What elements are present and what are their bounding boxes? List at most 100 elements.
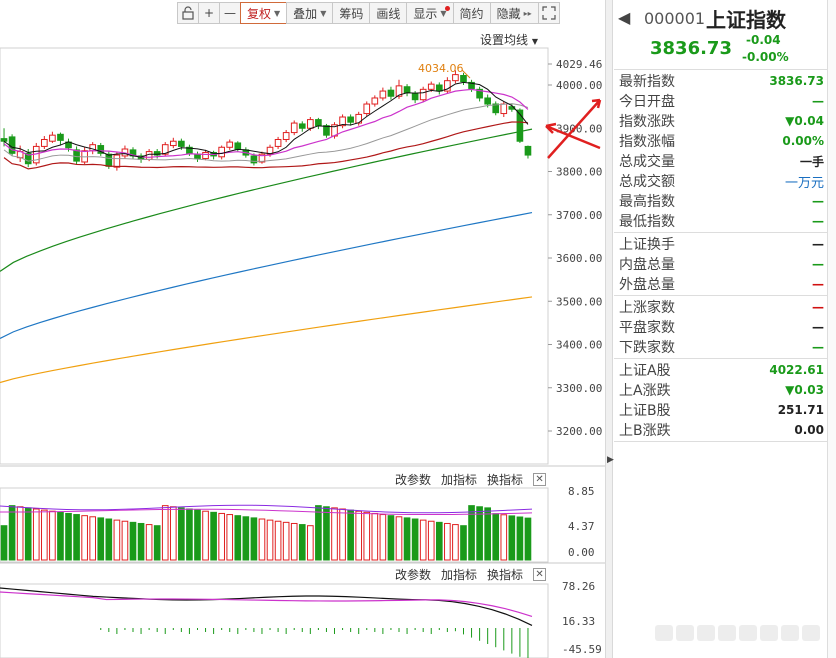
volume-edit-params-button[interactable]: 改参数 bbox=[395, 471, 431, 488]
volume-bar bbox=[89, 516, 97, 561]
candle-down bbox=[403, 86, 411, 94]
main-panel-frame bbox=[0, 47, 549, 465]
volume-bar bbox=[24, 507, 32, 561]
volume-axis-label: 0.00 bbox=[568, 546, 595, 559]
watermark-block bbox=[655, 625, 673, 641]
macd-axis-label: 78.26 bbox=[562, 580, 595, 593]
quote-value: 4022.61 bbox=[769, 363, 824, 377]
volume-bar bbox=[500, 514, 508, 561]
volume-bar bbox=[411, 518, 419, 561]
candle-up bbox=[218, 146, 225, 158]
volume-bar bbox=[242, 516, 250, 561]
volume-add-indicator-button[interactable]: 加指标 bbox=[441, 471, 477, 488]
volume-bar bbox=[129, 521, 137, 561]
macd-add-indicator-button[interactable]: 加指标 bbox=[441, 566, 477, 583]
quote-label: 下跌家数 bbox=[619, 340, 675, 356]
quote-group: 上证换手 — 内盘总量 — 外盘总量 — bbox=[614, 233, 827, 296]
index-change: -0.04 bbox=[746, 33, 781, 47]
quote-row: 指数涨幅 0.00% bbox=[614, 131, 827, 151]
quote-label: 内盘总量 bbox=[619, 257, 675, 273]
ma10-line bbox=[3, 88, 529, 158]
y-axis-label: 3300.00 bbox=[556, 382, 602, 395]
volume-bar bbox=[81, 515, 88, 561]
volume-bar bbox=[387, 515, 395, 561]
quote-row: 上A涨跌 ▼0.03 bbox=[614, 380, 827, 400]
watermark-block bbox=[739, 625, 757, 641]
quote-value: 一手 bbox=[799, 154, 824, 169]
volume-bar bbox=[121, 520, 129, 561]
candle-down bbox=[73, 149, 80, 162]
volume-bar bbox=[379, 514, 387, 561]
volume-bar bbox=[186, 508, 193, 561]
quote-label: 最低指数 bbox=[619, 214, 675, 230]
quote-value: — bbox=[812, 300, 824, 314]
quote-value: — bbox=[812, 194, 824, 208]
quote-label: 外盘总量 bbox=[619, 277, 675, 293]
chart-area[interactable]: + — 复权 ▼ 叠加 ▼ 筹码 画线 显示 ▼ 简约 隐藏 ▸▸ 设置均线 ▼ 402… bbox=[0, 0, 605, 658]
volume-bar bbox=[210, 511, 217, 561]
volume-bar bbox=[315, 505, 322, 561]
candle-down bbox=[194, 153, 201, 160]
quote-row: 内盘总量 — bbox=[614, 254, 827, 274]
quote-label: 总成交量 bbox=[619, 154, 675, 170]
volume-bar bbox=[202, 510, 209, 561]
close-icon[interactable]: ✕ bbox=[533, 473, 547, 486]
collapse-arrow-icon[interactable]: ▶ bbox=[607, 455, 614, 465]
y-axis-label: 4029.46 bbox=[556, 58, 602, 71]
candle-up bbox=[226, 141, 234, 148]
back-arrow-icon[interactable]: ◀ bbox=[618, 8, 630, 27]
volume-bar bbox=[290, 522, 298, 561]
panel-divider[interactable]: ▶ bbox=[605, 0, 614, 658]
candle-down bbox=[460, 74, 467, 83]
quote-value: 3836.73 bbox=[769, 74, 824, 88]
candle-up bbox=[282, 132, 290, 140]
volume-bar bbox=[508, 515, 516, 561]
quote-label: 平盘家数 bbox=[619, 320, 675, 336]
candle-up bbox=[371, 97, 379, 105]
volume-bar bbox=[105, 518, 113, 561]
watermark-block bbox=[697, 625, 715, 641]
candle-up bbox=[500, 103, 508, 115]
volume-bar bbox=[169, 506, 177, 561]
volume-bar bbox=[113, 519, 121, 561]
volume-bar bbox=[226, 514, 234, 561]
volume-switch-indicator-button[interactable]: 换指标 bbox=[487, 471, 523, 488]
volume-bar bbox=[371, 512, 379, 561]
quote-value: — bbox=[812, 277, 824, 291]
quote-value: — bbox=[812, 94, 824, 108]
close-icon[interactable]: ✕ bbox=[533, 568, 547, 581]
quote-label: 上证换手 bbox=[619, 237, 675, 253]
volume-bar bbox=[57, 511, 64, 561]
candle-up bbox=[419, 88, 427, 101]
volume-bar bbox=[452, 524, 459, 561]
quote-group: 上涨家数 — 平盘家数 — 下跌家数 — bbox=[614, 296, 827, 359]
y-axis-label: 3500.00 bbox=[556, 295, 602, 308]
volume-bar bbox=[476, 506, 483, 561]
candle-up bbox=[379, 90, 387, 99]
volume-bar bbox=[355, 510, 363, 561]
volume-bar bbox=[49, 510, 56, 561]
quote-value: — bbox=[812, 340, 824, 354]
watermark-block bbox=[718, 625, 736, 641]
volume-bar bbox=[194, 509, 201, 561]
quote-row: 下跌家数 — bbox=[614, 337, 827, 357]
quote-value: 251.71 bbox=[777, 403, 824, 417]
quote-row: 上涨家数 — bbox=[614, 297, 827, 317]
candle-down bbox=[105, 153, 113, 167]
volume-bar bbox=[161, 505, 169, 561]
candle-up bbox=[169, 140, 177, 147]
quote-value: — bbox=[812, 320, 824, 334]
watermark-block bbox=[781, 625, 799, 641]
candle-down bbox=[323, 125, 330, 136]
candle-up bbox=[427, 83, 435, 90]
volume-bar bbox=[395, 516, 403, 561]
volume-bar bbox=[16, 506, 24, 561]
quote-row: 指数涨跌 ▼0.04 bbox=[614, 111, 827, 131]
macd-switch-indicator-button[interactable]: 换指标 bbox=[487, 566, 523, 583]
macd-edit-params-button[interactable]: 改参数 bbox=[395, 566, 431, 583]
candlestick-chart[interactable]: 4029.464000.003900.003800.003700.003600.… bbox=[0, 0, 605, 658]
y-axis-label: 3800.00 bbox=[556, 166, 602, 179]
volume-bar bbox=[323, 506, 330, 561]
quote-row: 上B涨跌 0.00 bbox=[614, 420, 827, 440]
quote-value: — bbox=[812, 237, 824, 251]
